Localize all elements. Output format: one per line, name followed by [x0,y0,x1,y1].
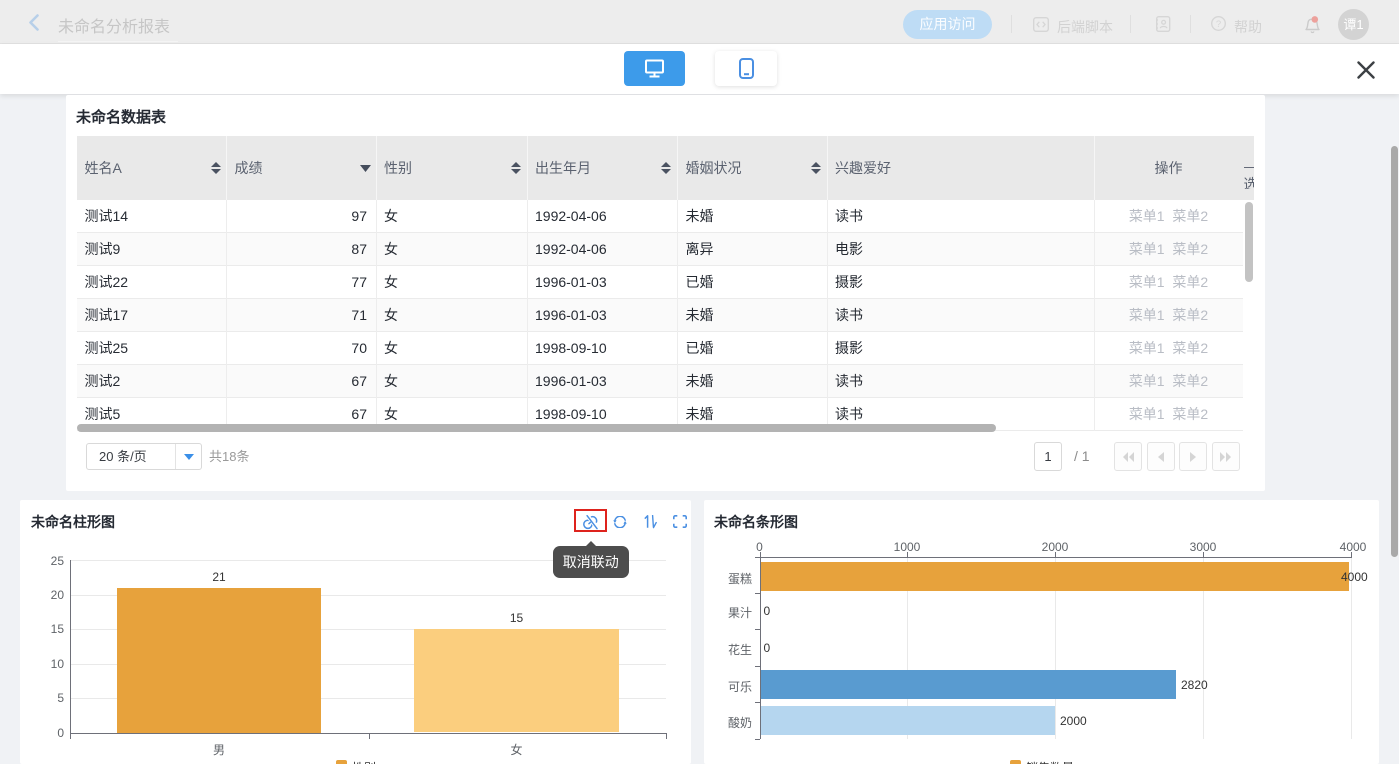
svg-text:?: ? [1216,19,1221,30]
